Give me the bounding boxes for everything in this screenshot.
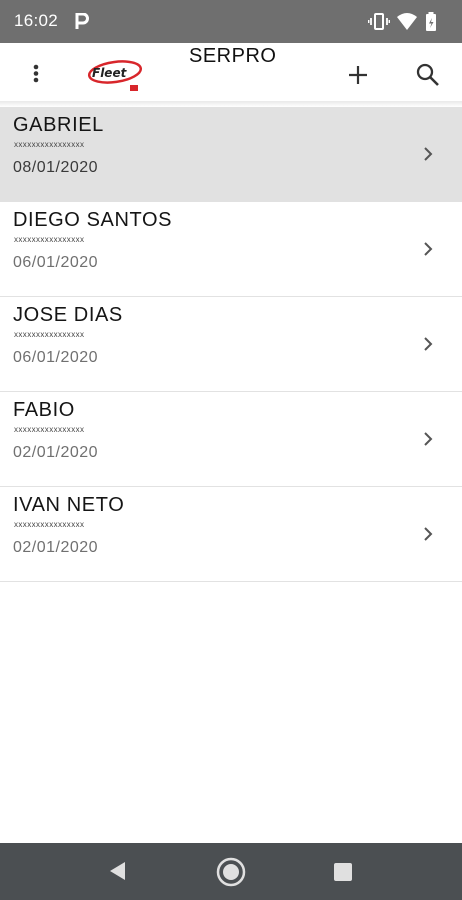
- parking-icon: [75, 13, 89, 29]
- list-item-name: JOSE DIAS: [13, 304, 123, 326]
- back-icon[interactable]: [105, 859, 129, 883]
- vibrate-icon: [368, 13, 390, 30]
- list-item[interactable]: FABIO xxxxxxxxxxxxxxxx 02/01/2020: [0, 392, 462, 487]
- status-icons: [368, 11, 448, 33]
- list-item-date: 02/01/2020: [13, 539, 99, 556]
- status-time: 16:02: [14, 11, 59, 30]
- navigation-bar: [0, 843, 462, 900]
- recents-icon[interactable]: [332, 861, 354, 883]
- app-title: SERPRO: [189, 45, 277, 67]
- home-icon[interactable]: [215, 856, 247, 888]
- fleet-logo: Fleet: [87, 60, 143, 91]
- logo-text: Fleet: [92, 66, 128, 80]
- add-icon[interactable]: [346, 63, 370, 87]
- list-item-name: IVAN NETO: [13, 494, 125, 516]
- battery-icon: [426, 12, 436, 31]
- list-item-sub: xxxxxxxxxxxxxxxx: [14, 330, 85, 339]
- wifi-icon: [397, 13, 417, 30]
- list-item[interactable]: GABRIEL xxxxxxxxxxxxxxxx 08/01/2020: [0, 107, 462, 202]
- chevron-right-icon: [424, 432, 433, 446]
- list-item-date: 06/01/2020: [13, 254, 99, 271]
- contact-list: GABRIEL xxxxxxxxxxxxxxxx 08/01/2020 DIEG…: [0, 107, 462, 582]
- chevron-right-icon: [424, 242, 433, 256]
- list-item-sub: xxxxxxxxxxxxxxxx: [14, 140, 85, 149]
- chevron-right-icon: [424, 337, 433, 351]
- list-item-name: FABIO: [13, 399, 75, 421]
- list-item-sub: xxxxxxxxxxxxxxxx: [14, 520, 85, 529]
- list-item-name: GABRIEL: [13, 114, 104, 136]
- status-bar: 16:02: [0, 0, 462, 43]
- list-item-sub: xxxxxxxxxxxxxxxx: [14, 425, 85, 434]
- list-item-date: 08/01/2020: [13, 159, 99, 176]
- chevron-right-icon: [424, 147, 433, 161]
- chevron-right-icon: [424, 527, 433, 541]
- list-item-date: 02/01/2020: [13, 444, 99, 461]
- list-item-name: DIEGO SANTOS: [13, 209, 173, 231]
- list-item-date: 06/01/2020: [13, 349, 99, 366]
- list-item-sub: xxxxxxxxxxxxxxxx: [14, 235, 85, 244]
- list-item[interactable]: IVAN NETO xxxxxxxxxxxxxxxx 02/01/2020: [0, 487, 462, 582]
- list-item[interactable]: JOSE DIAS xxxxxxxxxxxxxxxx 06/01/2020: [0, 297, 462, 392]
- list-item[interactable]: DIEGO SANTOS xxxxxxxxxxxxxxxx 06/01/2020: [0, 202, 462, 297]
- more-vert-icon[interactable]: [26, 59, 46, 87]
- search-icon[interactable]: [415, 62, 441, 88]
- toolbar: Fleet SERPRO: [0, 43, 462, 102]
